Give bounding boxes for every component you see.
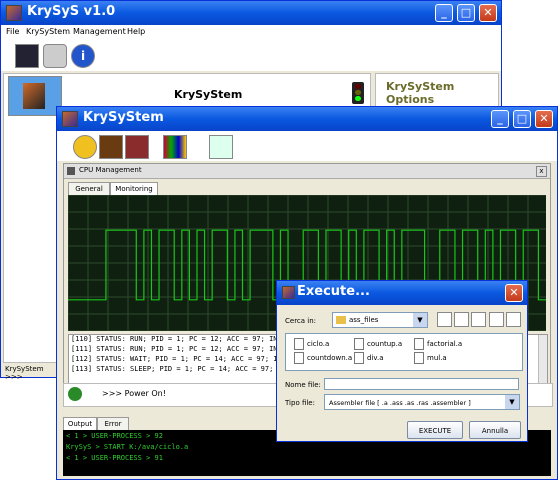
cpu-frame-close-icon[interactable]: x (536, 166, 547, 177)
status-prompt: KrySyStem >>> (5, 365, 44, 381)
home-folder-icon[interactable] (454, 312, 469, 327)
file-list: ciclo.a countup.a factorial.a countdown.a di… (285, 333, 523, 371)
processes-icon[interactable] (163, 135, 187, 159)
log-line: [111] STATUS: RUN; PID = 1; PC = 12; ACC… (71, 345, 278, 353)
filetype-chevron-icon[interactable]: ▼ (505, 395, 519, 409)
file-icon (354, 352, 364, 364)
main-toolbar: i (1, 41, 501, 71)
main-title-bar[interactable]: KrySyS v1.0 _ □ ✕ (1, 1, 501, 25)
options-title: KrySyStem Options (386, 80, 455, 106)
console-line: < 1 > USER-PROCESS > 91 (66, 454, 163, 462)
krysystem-minimize-button[interactable]: _ (491, 110, 509, 128)
file-icon (294, 352, 304, 364)
power-message: >>> Power On! (102, 389, 166, 398)
cancel-button[interactable]: Annulla (469, 421, 521, 439)
console-line: < 1 > USER-PROCESS > 92 (66, 432, 163, 440)
log-line: [112] STATUS: WAIT; PID = 1; PC = 14; AC… (71, 355, 282, 363)
cpu-frame-icon (67, 167, 75, 175)
filetype-label: Tipo file: (285, 399, 315, 407)
new-system-icon[interactable] (15, 44, 39, 68)
krysystem-maximize-button[interactable]: □ (513, 110, 531, 128)
file-icon (414, 352, 424, 364)
file-name: countup.a (367, 340, 403, 348)
main-window-title: KrySyS v1.0 (27, 4, 116, 19)
krysystem-title-bar[interactable]: KrySyStem _ □ ✕ (57, 107, 557, 131)
file-name: div.a (367, 354, 384, 362)
main-menubar: File KrySyStem Management Help (1, 25, 501, 41)
krysystem-panel-title: KrySyStem (174, 88, 243, 101)
filename-field[interactable] (324, 378, 519, 390)
look-in-label: Cerca in: (285, 317, 317, 325)
cancel-button-label: Annulla (481, 427, 509, 435)
list-view-icon[interactable] (489, 312, 504, 327)
clock-icon[interactable] (73, 135, 97, 159)
cpu-frame-title-bar[interactable]: CPU Management x (64, 164, 550, 179)
file-name: mul.a (427, 354, 447, 362)
clover-icon (68, 387, 82, 401)
file-item[interactable]: countdown.a (294, 352, 352, 364)
log-line: [113] STATUS: SLEEP; PID = 1; PC = 14; A… (71, 365, 286, 373)
file-item[interactable]: div.a (354, 352, 384, 364)
info-icon[interactable]: i (71, 44, 95, 68)
execute-button[interactable]: EXECUTE (407, 421, 463, 439)
close-button[interactable]: ✕ (479, 4, 497, 22)
krysystem-logo (8, 76, 62, 116)
settings-icon[interactable] (43, 44, 67, 68)
details-view-icon[interactable] (506, 312, 521, 327)
bottom-tab-output[interactable]: Output (63, 417, 97, 430)
traffic-light-icon (352, 82, 364, 104)
krysystem-toolbar (57, 131, 557, 161)
menu-file[interactable]: File (6, 27, 19, 36)
file-item[interactable]: ciclo.a (294, 338, 329, 350)
file-item[interactable]: factorial.a (414, 338, 462, 350)
bottom-tab-error[interactable]: Error (97, 417, 129, 430)
execute-button-label: EXECUTE (418, 427, 452, 435)
maximize-button[interactable]: □ (457, 4, 475, 22)
menu-help[interactable]: Help (127, 27, 145, 36)
execute-close-button[interactable]: ✕ (505, 284, 523, 302)
run-window-icon[interactable] (209, 135, 233, 159)
menu-management[interactable]: Management (73, 27, 126, 36)
tab-monitoring[interactable]: Monitoring (110, 182, 158, 195)
log-line: [110] STATUS: RUN; PID = 1; PC = 12; ACC… (71, 335, 278, 343)
console-line: KrySyS > START K:/ava/ciclo.a (66, 443, 189, 451)
krysystem-app-icon (62, 111, 78, 127)
chevron-down-icon[interactable]: ▼ (413, 313, 427, 327)
minimize-button[interactable]: _ (435, 4, 453, 22)
filename-label: Nome file: (285, 381, 321, 389)
menu-krysystem[interactable]: KrySyStem (26, 27, 70, 36)
file-icon (414, 338, 424, 350)
look-in-select[interactable]: ass_files ▼ (332, 312, 428, 328)
file-item[interactable]: mul.a (414, 352, 447, 364)
file-name: factorial.a (427, 340, 463, 348)
execute-title-bar[interactable]: Execute... ✕ (277, 281, 527, 305)
tab-monitoring-label: Monitoring (115, 185, 153, 193)
tab-error-label: Error (104, 420, 122, 428)
execute-title: Execute... (297, 284, 370, 299)
cpu-frame-title: CPU Management (79, 166, 142, 174)
filetype-select[interactable]: Assembler file [ .a .ass .as .ras .assem… (324, 394, 520, 410)
krysystem-close-button[interactable]: ✕ (535, 110, 553, 128)
memory-icon[interactable] (125, 135, 149, 159)
up-folder-icon[interactable] (437, 312, 452, 327)
tab-output-label: Output (67, 420, 93, 428)
tab-general[interactable]: General (68, 182, 110, 195)
tab-general-label: General (75, 185, 103, 193)
cpu-icon[interactable] (99, 135, 123, 159)
file-icon (294, 338, 304, 350)
folder-icon (336, 316, 346, 324)
execute-app-icon (282, 286, 295, 299)
new-folder-icon[interactable] (471, 312, 486, 327)
krysys-app-icon (6, 5, 22, 21)
file-name: countdown.a (307, 354, 353, 362)
log-scrollbar[interactable] (538, 335, 547, 389)
krysystem-window-title: KrySyStem (83, 110, 164, 125)
file-item[interactable]: countup.a (354, 338, 402, 350)
main-status-bar: KrySyStem >>> (3, 363, 63, 381)
execute-dialog: Execute... ✕ Cerca in: ass_files ▼ ciclo… (276, 280, 528, 442)
file-icon (354, 338, 364, 350)
filetype-value: Assembler file [ .a .ass .as .ras .assem… (329, 399, 471, 407)
file-name: ciclo.a (307, 340, 330, 348)
look-in-value: ass_files (349, 316, 379, 324)
